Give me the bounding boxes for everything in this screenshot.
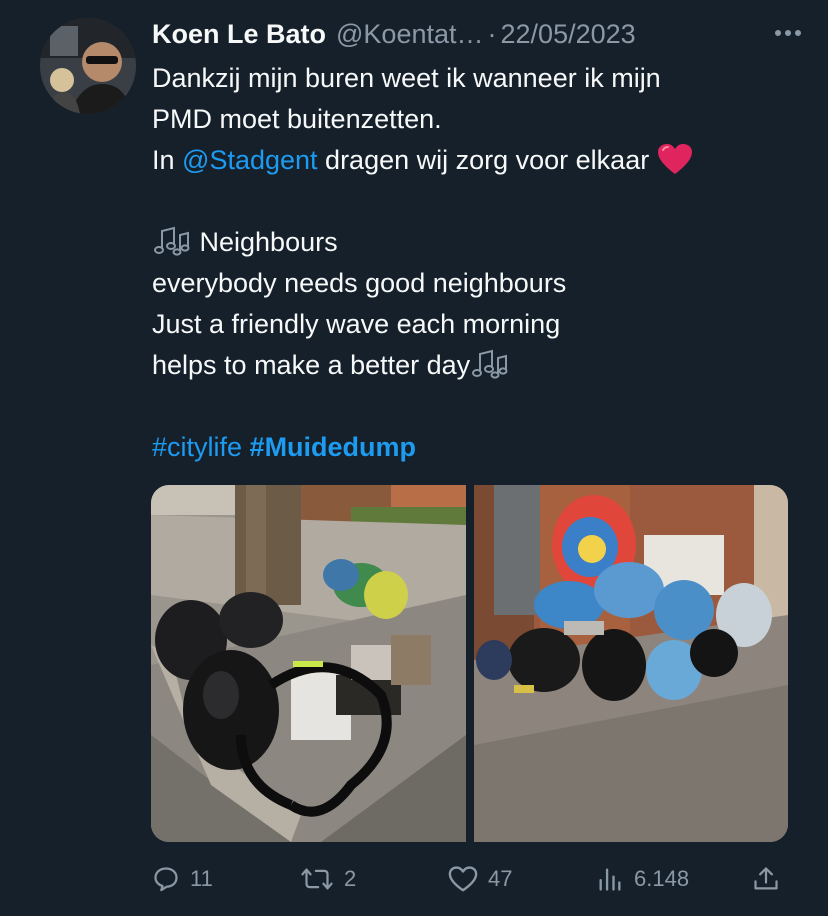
hashtag-link[interactable]: #Muidedump xyxy=(250,432,417,462)
text-suffix: dragen wij zorg voor elkaar xyxy=(317,145,650,175)
like-count: 47 xyxy=(488,866,513,891)
avatar[interactable] xyxy=(40,18,136,114)
reply-count: 11 xyxy=(190,866,213,891)
text-line: Neighbours xyxy=(152,222,802,263)
song-line: Neighbours xyxy=(192,227,338,257)
music-notes-icon xyxy=(470,348,510,392)
photo-image xyxy=(473,485,788,842)
photo-trash-wall[interactable] xyxy=(473,485,789,842)
tweet-header: Koen Le Bato @Koentat… · 22/05/2023 xyxy=(152,14,808,54)
tweet-actions: 11 2 47 6.148 xyxy=(152,858,792,900)
media-gallery xyxy=(151,485,788,842)
tweet-date[interactable]: 22/05/2023 xyxy=(501,19,636,50)
song-line: Just a friendly wave each morning xyxy=(152,309,561,339)
hashtag-link[interactable]: #citylife xyxy=(152,432,242,462)
photo-trash-tree[interactable] xyxy=(151,485,466,842)
views-icon xyxy=(599,868,621,891)
text-line: In @Stadgent dragen wij zorg voor elkaar xyxy=(152,140,802,181)
reply-button[interactable]: 11 xyxy=(152,858,213,900)
mention-link[interactable]: @Stadgent xyxy=(182,145,318,175)
text-line: helps to make a better day xyxy=(152,345,802,386)
text-line: Dankzij mijn buren weet ik wanneer ik mi… xyxy=(152,63,661,93)
photo-image xyxy=(151,485,466,842)
heart-emoji xyxy=(657,143,693,187)
separator: · xyxy=(487,18,497,49)
views-button[interactable]: 6.148 xyxy=(596,858,689,900)
share-button[interactable] xyxy=(752,858,780,900)
retweet-icon xyxy=(301,868,333,890)
song-line: everybody needs good neighbours xyxy=(152,268,567,298)
more-icon xyxy=(775,30,801,36)
tweet-text: Dankzij mijn buren weet ik wanneer ik mi… xyxy=(152,58,802,468)
retweet-button[interactable]: 2 xyxy=(300,858,356,900)
more-button[interactable] xyxy=(768,18,808,48)
text-prefix: In xyxy=(152,145,183,175)
avatar-image xyxy=(40,18,136,114)
like-button[interactable]: 47 xyxy=(448,858,512,900)
author-name[interactable]: Koen Le Bato xyxy=(152,19,326,50)
retweet-count: 2 xyxy=(344,866,357,891)
reply-icon xyxy=(154,867,178,892)
like-icon xyxy=(448,866,478,892)
text-line: #citylife #Muidedump xyxy=(152,427,802,468)
views-count: 6.148 xyxy=(634,866,690,891)
share-icon xyxy=(754,867,778,890)
text-line: PMD moet buitenzetten. xyxy=(152,104,442,134)
author-handle[interactable]: @Koentat… xyxy=(336,19,484,50)
song-line: helps to make a better day xyxy=(152,350,471,380)
